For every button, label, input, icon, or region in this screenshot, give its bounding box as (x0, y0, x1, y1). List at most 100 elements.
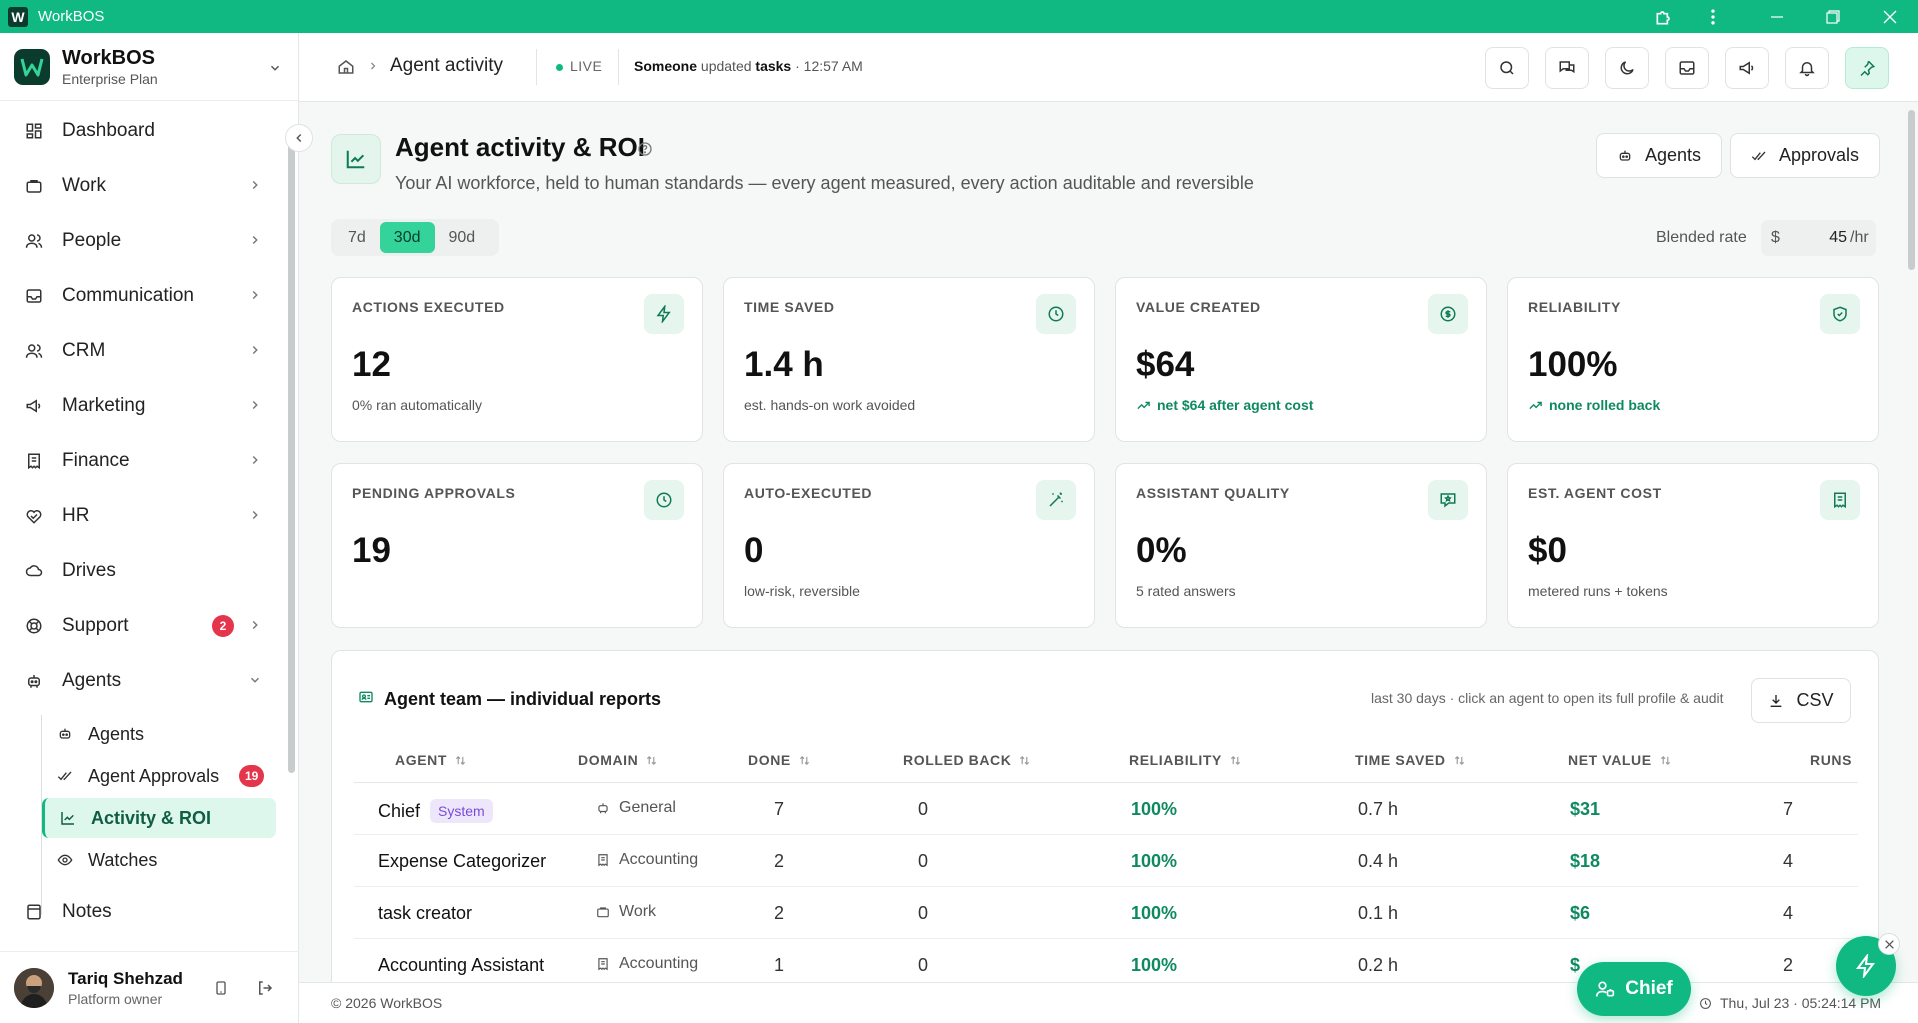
receipt-icon (596, 853, 610, 867)
receipt-icon (596, 957, 610, 971)
clock-icon (1036, 294, 1076, 334)
chief-assistant-button[interactable]: Chief (1577, 962, 1691, 1016)
blended-rate-input[interactable]: $ 45 /hr (1761, 220, 1876, 256)
sidebar-item-label: HR (62, 505, 90, 526)
column-header-done[interactable]: DONE (748, 752, 810, 768)
sidebar-subitem-watches[interactable]: Watches (42, 840, 276, 880)
pin-button[interactable] (1845, 47, 1889, 89)
sidebar-item-work[interactable]: Work (12, 164, 274, 208)
brand-logo (14, 48, 50, 85)
column-header-runs[interactable]: RUNS (1810, 752, 1852, 768)
sidebar-subitem-agent-approvals[interactable]: Agent Approvals 19 (42, 756, 276, 796)
rate-unit: /hr (1850, 229, 1869, 246)
sidebar-item-hr[interactable]: HR (12, 494, 274, 538)
minimize-button[interactable] (1754, 0, 1800, 33)
sidebar-subitem-label: Agents (88, 723, 145, 744)
lifebuoy-icon (24, 616, 44, 636)
agents-button[interactable]: Agents (1596, 133, 1723, 178)
rate-value[interactable]: 45 (1811, 229, 1847, 247)
column-header-rolled-back[interactable]: ROLLED BACK (903, 752, 1030, 768)
live-indicator (556, 64, 563, 71)
card-label: PENDING APPROVALS (352, 485, 516, 501)
sidebar-item-finance[interactable]: Finance (12, 439, 274, 483)
column-header-net-value[interactable]: NET VALUE (1568, 752, 1671, 768)
done-cell: 2 (774, 903, 785, 923)
moon-icon (1620, 61, 1634, 75)
heart-handshake-icon (24, 506, 44, 526)
column-header-domain[interactable]: DOMAIN (578, 752, 657, 768)
stat-card-pending-approvals: PENDING APPROVALS 19 (331, 463, 703, 628)
sidebar-item-support[interactable]: Support 2 (12, 604, 274, 648)
sidebar-item-notes[interactable]: Notes (12, 890, 274, 934)
sidebar-item-label: Agents (62, 670, 122, 691)
column-header-time-saved[interactable]: TIME SAVED (1355, 752, 1465, 768)
approvals-button[interactable]: Approvals (1730, 133, 1881, 178)
close-button[interactable] (1867, 0, 1913, 33)
chevron-right-icon (248, 233, 262, 247)
period-30d[interactable]: 30d (379, 222, 435, 253)
help-icon[interactable] (637, 141, 653, 157)
workspace-switcher[interactable]: WorkBOS Enterprise Plan (0, 33, 298, 101)
card-value: 0 (744, 531, 764, 570)
sidebar-subitem-label: Agent Approvals (88, 765, 220, 786)
chevron-right-icon (248, 618, 262, 632)
notifications-button[interactable] (1785, 47, 1829, 89)
search-button[interactable] (1485, 47, 1529, 89)
sidebar-item-label: Notes (62, 901, 112, 922)
csv-export-button[interactable]: CSV (1751, 678, 1851, 723)
column-header-reliability[interactable]: RELIABILITY (1129, 752, 1241, 768)
home-icon[interactable] (337, 58, 355, 76)
sidebar-item-crm[interactable]: CRM (12, 329, 274, 373)
agent-team-panel: Agent team — individual reports last 30 … (331, 650, 1879, 982)
close-icon[interactable] (1878, 933, 1900, 955)
card-value: 19 (352, 531, 391, 570)
card-label: VALUE CREATED (1136, 299, 1261, 315)
table-row[interactable]: task creator Work 2 0 100% 0.1 h $6 4 (354, 887, 1858, 939)
main-scrollbar[interactable] (1908, 110, 1915, 270)
window-titlebar: W WorkBOS (0, 0, 1918, 33)
user-profile[interactable]: Tariq Shehzad Platform owner (0, 951, 299, 1023)
collapse-sidebar-button[interactable] (285, 124, 313, 152)
sidebar-item-people[interactable]: People (12, 219, 274, 263)
receipt-icon (24, 451, 44, 471)
announcements-button[interactable] (1725, 47, 1769, 89)
sidebar-item-label: CRM (62, 340, 106, 361)
table-row[interactable]: Expense Categorizer Accounting 2 0 100% … (354, 835, 1858, 887)
agent-name-cell: Accounting Assistant (378, 955, 545, 975)
sidebar-item-communication[interactable]: Communication (12, 274, 274, 318)
period-90d[interactable]: 90d (435, 222, 490, 253)
card-value: $64 (1136, 345, 1195, 384)
column-header-agent[interactable]: AGENT (395, 752, 466, 768)
sidebar-item-drives[interactable]: Drives (12, 549, 274, 593)
extensions-icon[interactable] (1641, 0, 1687, 33)
sidebar-item-dashboard[interactable]: Dashboard (12, 109, 274, 153)
sidebar-subitem-agents[interactable]: Agents (42, 714, 276, 754)
inbox-button[interactable] (1665, 47, 1709, 89)
sidebar-item-agents[interactable]: Agents (12, 659, 274, 703)
dashboard-icon (24, 121, 44, 141)
sidebar-item-label: Drives (62, 560, 116, 581)
table-row[interactable]: Chief System General 7 0 100% 0.7 h $31 7 (354, 783, 1858, 835)
bot-icon (596, 801, 610, 815)
logout-icon[interactable] (256, 979, 274, 997)
panel-note: last 30 days · click an agent to open it… (1371, 690, 1724, 706)
trending-up-icon (1136, 398, 1151, 413)
period-7d[interactable]: 7d (334, 222, 380, 253)
chevron-down-icon (268, 61, 282, 75)
chevron-right-icon (248, 453, 262, 467)
sidebar-item-marketing[interactable]: Marketing (12, 384, 274, 428)
card-label: RELIABILITY (1528, 299, 1621, 315)
theme-toggle-button[interactable] (1605, 47, 1649, 89)
reliability-cell: 100% (1131, 799, 1178, 819)
check-check-icon (1751, 148, 1767, 164)
sidebar-scrollbar[interactable] (288, 138, 295, 773)
card-label: EST. AGENT COST (1528, 485, 1662, 501)
device-icon[interactable] (213, 979, 229, 997)
restore-button[interactable] (1810, 0, 1856, 33)
sort-icon (455, 755, 466, 766)
bot-icon (1617, 148, 1633, 164)
messages-button[interactable] (1545, 47, 1589, 89)
more-vertical-icon[interactable] (1690, 0, 1736, 33)
card-note: none rolled back (1528, 397, 1660, 413)
sidebar-subitem-activity-roi[interactable]: Activity & ROI (42, 798, 276, 838)
